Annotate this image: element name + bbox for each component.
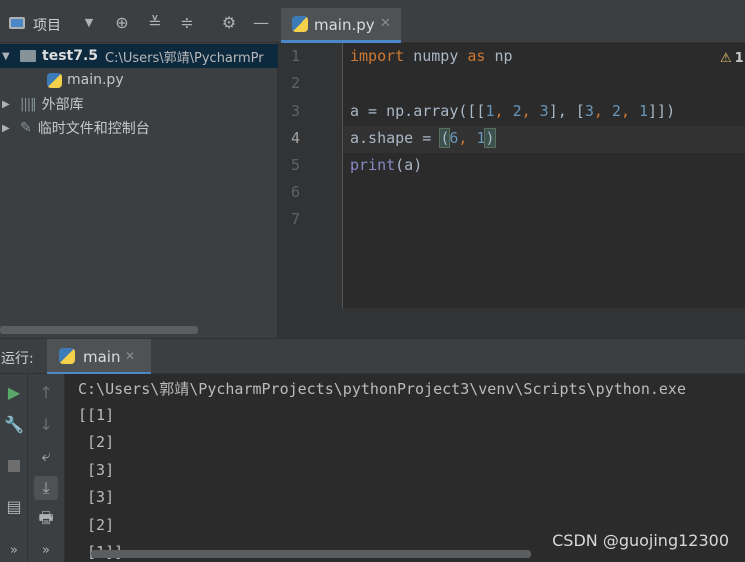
run-tab-label: main: [83, 348, 121, 366]
horizontal-scrollbar[interactable]: [0, 326, 198, 334]
tree-item-project[interactable]: ▼ test7.5 C:\Users\郭靖\PycharmPr: [0, 44, 278, 68]
hide-icon[interactable]: —: [252, 13, 270, 32]
chevron-right-icon[interactable]: ▶: [2, 123, 14, 134]
project-name: test7.5: [42, 48, 99, 64]
tab-main-py[interactable]: main.py ✕: [281, 8, 401, 43]
console-line: [3]: [78, 488, 115, 506]
folder-icon: [20, 50, 36, 62]
close-icon[interactable]: ✕: [380, 16, 391, 31]
more-icon[interactable]: »: [34, 538, 58, 562]
code-line-1: import numpy as np: [350, 47, 513, 65]
soft-wrap-icon[interactable]: ⤶: [34, 444, 58, 468]
line-number: 7: [290, 210, 300, 228]
code-editor[interactable]: import numpy as np a = np.array([[1, 2, …: [343, 43, 745, 308]
collapse-all-icon[interactable]: ≑: [178, 13, 196, 32]
console-line: C:\Users\郭靖\PycharmProjects\pythonProjec…: [78, 380, 686, 398]
python-file-icon: [292, 16, 308, 32]
warning-count: 1: [734, 51, 744, 66]
more-icon[interactable]: »: [2, 538, 26, 562]
run-side-toolbar: ▶ 🔧 ▤ »: [0, 374, 28, 562]
chevron-down-icon[interactable]: ▼: [2, 51, 14, 62]
project-view-label[interactable]: 项目: [33, 15, 61, 35]
line-number: 3: [290, 102, 300, 120]
line-number: 6: [290, 183, 300, 201]
chevron-right-icon[interactable]: ▶: [2, 99, 14, 110]
console-line: [[1]: [78, 406, 115, 424]
external-libs-label: 外部库: [41, 97, 84, 113]
close-icon[interactable]: ✕: [125, 349, 135, 363]
editor-tab-bar: main.py ✕: [278, 0, 745, 43]
inspection-widget[interactable]: ⚠ 1: [720, 51, 744, 66]
code-line-5: print(a): [350, 156, 423, 174]
line-number-gutter: 1 2 3 4 5 6 7: [278, 43, 343, 308]
warning-icon: ⚠: [720, 51, 732, 66]
line-number: 1: [290, 47, 300, 65]
console-line: [2]: [78, 433, 115, 451]
project-view-icon[interactable]: [9, 17, 25, 29]
code-line-3: a = np.array([[1, 2, 3], [3, 2, 1]]): [350, 102, 676, 120]
run-toolwindow-header: 运行: main ✕: [0, 338, 745, 375]
run-tab-main[interactable]: main ✕: [47, 339, 151, 375]
python-icon: [59, 348, 75, 364]
code-line-4: a.shape = (6, 1): [350, 128, 496, 148]
rerun-icon[interactable]: ▶: [2, 380, 26, 404]
tree-item-main-py[interactable]: main.py: [0, 68, 278, 92]
scroll-to-end-icon[interactable]: ⤓: [34, 476, 58, 500]
console-line: [2]: [78, 516, 115, 534]
line-number: 4: [290, 129, 300, 147]
line-number: 2: [290, 74, 300, 92]
file-name: main.py: [67, 72, 124, 88]
scratches-label: 临时文件和控制台: [37, 121, 150, 137]
watermark: CSDN @guojing12300: [552, 531, 729, 550]
gear-icon[interactable]: ⚙: [220, 13, 238, 32]
console-side-toolbar: ↑ ↓ ⤶ ⤓ 🖶 »: [28, 374, 65, 562]
tree-item-scratches[interactable]: ▶ ✎ 临时文件和控制台: [0, 116, 278, 140]
project-toolbar: 项目 ▼ ⊕ ≚ ≑ ⚙ —: [0, 0, 278, 43]
tab-label: main.py: [314, 16, 375, 34]
project-path: C:\Users\郭靖\PycharmPr: [105, 50, 264, 66]
locate-icon[interactable]: ⊕: [113, 13, 131, 32]
line-number: 5: [290, 156, 300, 174]
project-tree: ▼ test7.5 C:\Users\郭靖\PycharmPr main.py …: [0, 43, 278, 338]
print-icon[interactable]: 🖶: [34, 508, 58, 532]
expand-all-icon[interactable]: ≚: [146, 13, 164, 32]
python-file-icon: [47, 72, 62, 88]
horizontal-scrollbar[interactable]: [91, 550, 531, 558]
stop-icon[interactable]: [2, 454, 26, 478]
console-line: [3]: [78, 461, 115, 479]
run-label: 运行:: [1, 351, 34, 367]
arrow-up-icon[interactable]: ↑: [34, 380, 58, 404]
chevron-down-icon[interactable]: ▼: [80, 13, 98, 31]
layout-icon[interactable]: ▤: [2, 494, 26, 518]
library-icon: |||‖: [20, 96, 37, 112]
wrench-icon[interactable]: 🔧: [2, 412, 26, 436]
tree-item-external-libs[interactable]: ▶ |||‖ 外部库: [0, 92, 278, 116]
editor-bottom-strip: [278, 308, 745, 338]
arrow-down-icon[interactable]: ↓: [34, 412, 58, 436]
scratches-icon: ✎: [20, 120, 32, 136]
